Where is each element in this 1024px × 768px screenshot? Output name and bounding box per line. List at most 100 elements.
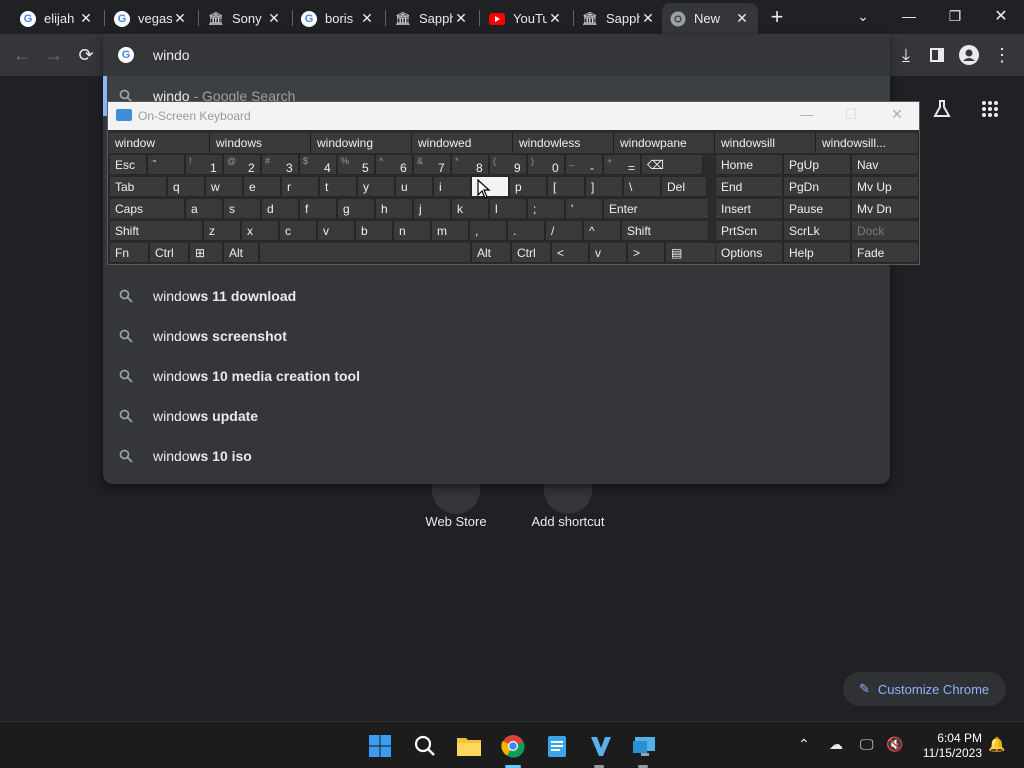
new-tab-button[interactable]: + [760, 1, 794, 33]
profile-icon[interactable] [955, 41, 983, 69]
close-icon[interactable]: ✕ [266, 10, 282, 27]
shortcut-label[interactable]: Add shortcut [518, 514, 618, 529]
osk-key[interactable]: , [469, 220, 507, 241]
osk-key[interactable]: ' [565, 198, 603, 219]
osk-key[interactable]: Shift [109, 220, 203, 241]
osk-nav-key[interactable]: PgUp [783, 154, 851, 175]
osk-key[interactable]: j [413, 198, 451, 219]
osk-key[interactable]: Alt [471, 242, 511, 263]
osk-key[interactable]: ) 0 [527, 154, 565, 175]
osk-key[interactable]: v [317, 220, 355, 241]
osk-key[interactable]: Alt [223, 242, 259, 263]
osk-key[interactable]: Ctrl [511, 242, 551, 263]
osk-key[interactable]: \ [623, 176, 661, 197]
minimize-button[interactable]: — [886, 0, 932, 32]
close-icon[interactable]: ✕ [172, 10, 188, 27]
suggestion-item[interactable]: windows screenshot [103, 316, 890, 356]
osk-key[interactable]: % 5 [337, 154, 375, 175]
notepad-icon[interactable] [541, 730, 573, 762]
osk-key[interactable]: ⊞ [189, 242, 223, 263]
osk-nav-key[interactable]: PgDn [783, 176, 851, 197]
osk-key[interactable]: Enter [603, 198, 709, 219]
osk-title-bar[interactable]: On-Screen Keyboard — ☐ ✕ [108, 102, 919, 130]
osk-key[interactable]: ! 1 [185, 154, 223, 175]
osk-maximize-button[interactable]: ☐ [836, 106, 866, 123]
osk-nav-key[interactable]: PrtScn [715, 220, 783, 241]
osk-key[interactable]: v [589, 242, 627, 263]
tab[interactable]: G elijah ✕ [12, 3, 102, 34]
osk-key[interactable]: / [545, 220, 583, 241]
osk-spacebar[interactable] [259, 242, 471, 263]
close-icon[interactable]: ✕ [359, 10, 375, 27]
apps-grid-icon[interactable] [976, 95, 1004, 123]
close-icon[interactable]: ✕ [453, 10, 469, 27]
osk-key[interactable]: (9 [489, 154, 527, 175]
chrome-taskbar-icon[interactable] [497, 730, 529, 762]
osk-nav-key[interactable]: Mv Dn [851, 198, 919, 219]
osk-key[interactable]: f [299, 198, 337, 219]
osk-key[interactable]: y [357, 176, 395, 197]
visual-studio-icon[interactable] [585, 730, 617, 762]
forward-button[interactable]: → [40, 41, 68, 69]
osk-key[interactable]: p [509, 176, 547, 197]
tray-chevron-up-icon[interactable]: ⌃ [798, 736, 810, 753]
osk-key[interactable]: w [205, 176, 243, 197]
osk-prediction[interactable]: windowpane [614, 133, 715, 153]
osk-nav-key[interactable]: Mv Up [851, 176, 919, 197]
close-icon[interactable]: ✕ [640, 10, 656, 27]
shortcut-label[interactable]: Web Store [406, 514, 506, 529]
suggestion-item[interactable]: windows 11 download [103, 276, 890, 316]
file-explorer-icon[interactable] [453, 730, 485, 762]
osk-prediction[interactable]: window [109, 133, 210, 153]
osk-key[interactable]: r [281, 176, 319, 197]
osk-key[interactable]: b [355, 220, 393, 241]
osk-key[interactable]: ; [527, 198, 565, 219]
osk-nav-key[interactable]: Dock [851, 220, 919, 241]
osk-key[interactable]: > [627, 242, 665, 263]
download-icon[interactable]: ⤓ [892, 41, 920, 69]
osk-nav-key[interactable]: Home [715, 154, 783, 175]
osk-key[interactable]: Shift [621, 220, 709, 241]
onedrive-offline-icon[interactable]: ☁ [829, 736, 843, 753]
osk-key[interactable]: Fn [109, 242, 149, 263]
osk-key[interactable]: Ctrl [149, 242, 189, 263]
tab[interactable]: G boris ✕ [293, 3, 383, 34]
osk-key[interactable]: ^ 6 [375, 154, 413, 175]
notifications-bell-icon[interactable]: 🔔 [988, 736, 1005, 753]
osk-prediction[interactable]: windowsill... [816, 133, 919, 153]
osk-key[interactable]: g [337, 198, 375, 219]
osk-key[interactable]: . [507, 220, 545, 241]
osk-key[interactable]: q [167, 176, 205, 197]
suggestion-item[interactable]: windows update [103, 396, 890, 436]
osk-key[interactable]: Tab [109, 176, 167, 197]
osk-key[interactable]: n [393, 220, 431, 241]
osk-key[interactable]: s [223, 198, 261, 219]
close-icon[interactable]: ✕ [734, 10, 750, 27]
osk-key[interactable]: a [185, 198, 223, 219]
suggestion-item[interactable]: windows 10 iso [103, 436, 890, 476]
osk-prediction[interactable]: windowless [513, 133, 614, 153]
tab[interactable]: G vegas ✕ [106, 3, 196, 34]
osk-key[interactable]: ⌫ [641, 154, 703, 175]
remote-desktop-icon[interactable] [629, 730, 661, 762]
osk-nav-key[interactable]: Pause [783, 198, 851, 219]
osk-key[interactable]: + = [603, 154, 641, 175]
tab[interactable]: YouTu ✕ [481, 3, 571, 34]
tab[interactable]: 🏛 Sapph ✕ [574, 3, 664, 34]
close-icon[interactable]: ✕ [547, 10, 563, 27]
osk-key[interactable]: k [451, 198, 489, 219]
back-button[interactable]: ← [8, 41, 36, 69]
osk-key[interactable]: * 8 [451, 154, 489, 175]
osk-key[interactable]: d [261, 198, 299, 219]
osk-close-button[interactable]: ✕ [882, 106, 912, 123]
osk-key[interactable]: t [319, 176, 357, 197]
osk-nav-key[interactable]: Fade [851, 242, 919, 263]
osk-key[interactable]: _ - [565, 154, 603, 175]
osk-key[interactable]: i [433, 176, 471, 197]
side-panel-icon[interactable] [923, 41, 951, 69]
clock[interactable]: 6:04 PM 11/15/2023 [912, 731, 982, 761]
osk-prediction[interactable]: windowing [311, 133, 412, 153]
osk-key[interactable]: h [375, 198, 413, 219]
network-icon[interactable]: 🖵 [860, 736, 874, 753]
osk-prediction[interactable]: windowed [412, 133, 513, 153]
